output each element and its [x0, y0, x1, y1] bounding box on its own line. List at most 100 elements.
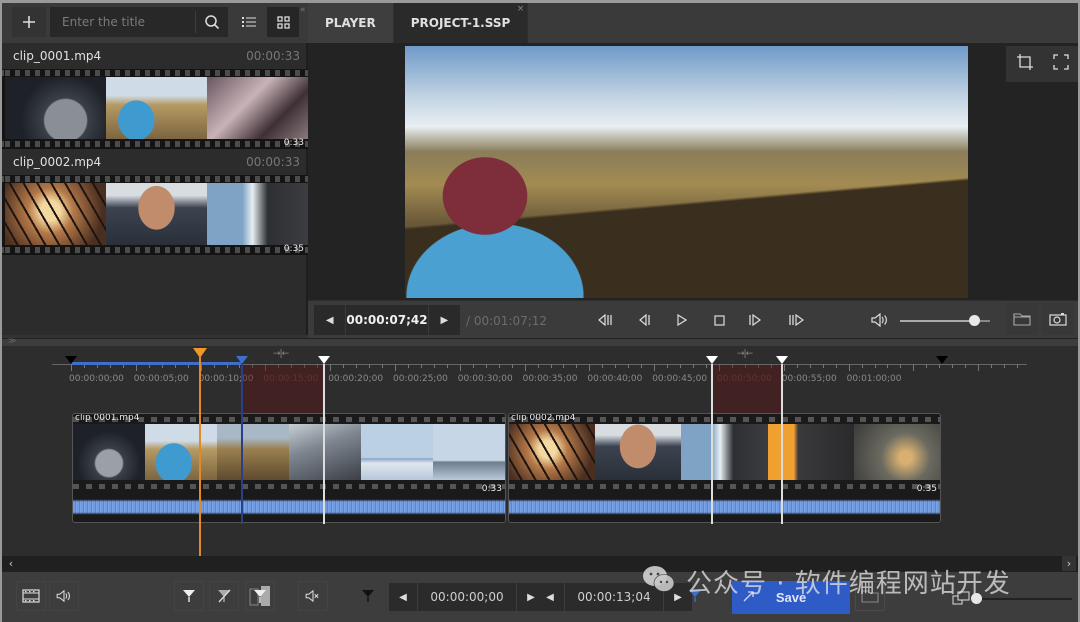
panel-splitter[interactable]: ≫ — [2, 336, 1078, 346]
previous-frame-button[interactable] — [636, 310, 656, 330]
transport-bar: ◀ 00:00:07;42 ▶ / 00:01:07;12 — [308, 300, 1078, 338]
ruler-tick — [433, 364, 435, 368]
next-frame-arrow-icon[interactable]: ▶ — [429, 315, 460, 326]
list-view-button[interactable] — [234, 7, 264, 37]
player-viewport — [308, 43, 1078, 300]
collapse-panel-icon[interactable]: « — [300, 5, 306, 15]
remove-marker-button[interactable] — [209, 581, 239, 611]
tab-project[interactable]: PROJECT-1.SSP × — [393, 3, 529, 43]
marker-range-button[interactable] — [245, 581, 275, 611]
ruler-tick — [900, 364, 902, 368]
gap-marker[interactable] — [776, 356, 788, 364]
expand-icon[interactable]: ≫ — [8, 336, 16, 345]
trim-gap-icon[interactable]: →|← — [737, 349, 753, 359]
volume-slider[interactable] — [900, 315, 990, 326]
playhead-line[interactable] — [199, 356, 201, 556]
start-time-value[interactable]: 00:00:00;00 — [417, 583, 517, 611]
skip-end-icon — [789, 314, 804, 326]
timeline-clip-duration: 0:33 — [481, 484, 502, 494]
play-icon — [677, 314, 687, 326]
mute-icon — [305, 590, 319, 602]
search-icon[interactable] — [196, 14, 228, 30]
ruler-tick — [135, 364, 137, 371]
media-clip-item[interactable]: clip_0001.mp4 00:00:33 0:33 — [2, 43, 308, 153]
strip-duration: 0:33 — [283, 138, 304, 148]
mute-button[interactable] — [298, 581, 328, 611]
crop-icon[interactable] — [1016, 53, 1034, 75]
go-to-end-button[interactable] — [786, 310, 806, 330]
video-preview[interactable] — [405, 46, 968, 298]
ruler-tick — [550, 364, 552, 368]
prev-frame-arrow-icon[interactable]: ◀ — [314, 315, 345, 326]
ruler-label: 00:00:30;00 — [457, 374, 513, 384]
ruler-label: 00:00:00;00 — [69, 374, 124, 384]
scroll-left-icon[interactable]: ‹ — [4, 556, 18, 571]
volume-slider-handle[interactable] — [968, 315, 980, 326]
prev-arrow-icon[interactable]: ◀ — [536, 592, 564, 603]
ruler-tick — [874, 364, 876, 368]
close-tab-icon[interactable]: × — [517, 4, 525, 14]
camera-icon — [1049, 313, 1067, 326]
ruler-tick — [1004, 364, 1006, 368]
timeline-clip[interactable]: clip 0001.mp4 0:33 — [72, 413, 506, 523]
set-in-marker-button[interactable] — [353, 581, 383, 611]
video-track-button[interactable] — [16, 581, 46, 611]
ruler-label: 00:00:55;00 — [781, 374, 837, 384]
speaker-icon — [56, 590, 70, 602]
gap-line — [781, 364, 783, 524]
ruler-tick — [71, 364, 72, 371]
timeline-end-marker[interactable] — [936, 356, 948, 364]
trim-gap-icon[interactable]: →|← — [273, 349, 289, 359]
wechat-logo-icon — [643, 566, 675, 592]
ruler-tick — [472, 364, 474, 368]
selection-range-bar[interactable] — [71, 362, 241, 365]
ruler-tick — [861, 364, 863, 368]
ruler-tick — [511, 364, 513, 368]
tab-label: PLAYER — [325, 16, 376, 30]
marker-down-icon — [362, 590, 374, 602]
selection-end-marker[interactable] — [236, 356, 248, 364]
ruler-tick — [485, 364, 487, 368]
ruler-tick — [628, 364, 630, 368]
tab-player[interactable]: PLAYER — [308, 3, 394, 43]
ruler-tick — [680, 364, 682, 368]
ruler-tick — [420, 364, 422, 368]
search-input[interactable] — [50, 15, 195, 29]
prev-arrow-icon[interactable]: ◀ — [389, 592, 417, 603]
remove-marker-icon — [218, 589, 231, 603]
timeline-clip[interactable]: clip 0002.mp4 0:35 — [508, 413, 941, 523]
next-frame-button[interactable] — [745, 310, 765, 330]
ruler-label: 00:01:00;00 — [846, 374, 902, 384]
ruler-tick — [939, 364, 941, 368]
clip-name: clip_0002.mp4 — [13, 155, 102, 169]
media-clip-item[interactable]: clip_0002.mp4 00:00:33 0:35 — [2, 149, 308, 259]
clip-thumbnails — [73, 424, 505, 480]
current-time[interactable]: 00:00:07;42 — [345, 305, 429, 335]
add-media-button[interactable] — [12, 7, 46, 37]
ruler-tick — [602, 364, 604, 368]
ruler-tick — [796, 364, 798, 368]
volume-button[interactable] — [870, 310, 890, 330]
add-marker-button[interactable] — [174, 581, 204, 611]
gap-marker[interactable] — [318, 356, 330, 364]
skip-start-icon — [598, 314, 612, 326]
scroll-right-icon[interactable]: › — [1062, 556, 1076, 571]
ruler-tick — [576, 364, 578, 368]
ruler-tick — [835, 364, 837, 368]
go-to-start-button[interactable] — [596, 310, 616, 330]
plus-icon — [23, 16, 35, 28]
audio-track-button[interactable] — [49, 581, 79, 611]
open-folder-button[interactable] — [1006, 303, 1038, 335]
selection-start-time: ◀ 00:00:00;00 ▶ — [389, 583, 545, 611]
tab-label: PROJECT-1.SSP — [410, 16, 511, 30]
timeline-start-marker[interactable] — [65, 356, 77, 364]
gap-marker[interactable] — [706, 356, 718, 364]
play-button[interactable] — [672, 310, 692, 330]
fullscreen-icon[interactable] — [1052, 54, 1069, 74]
ruler-tick — [848, 364, 850, 371]
ruler-tick — [343, 364, 345, 368]
stop-button[interactable] — [709, 310, 729, 330]
grid-view-button[interactable] — [267, 7, 299, 37]
marker-range-icon — [249, 586, 270, 606]
snapshot-button[interactable] — [1042, 303, 1074, 335]
